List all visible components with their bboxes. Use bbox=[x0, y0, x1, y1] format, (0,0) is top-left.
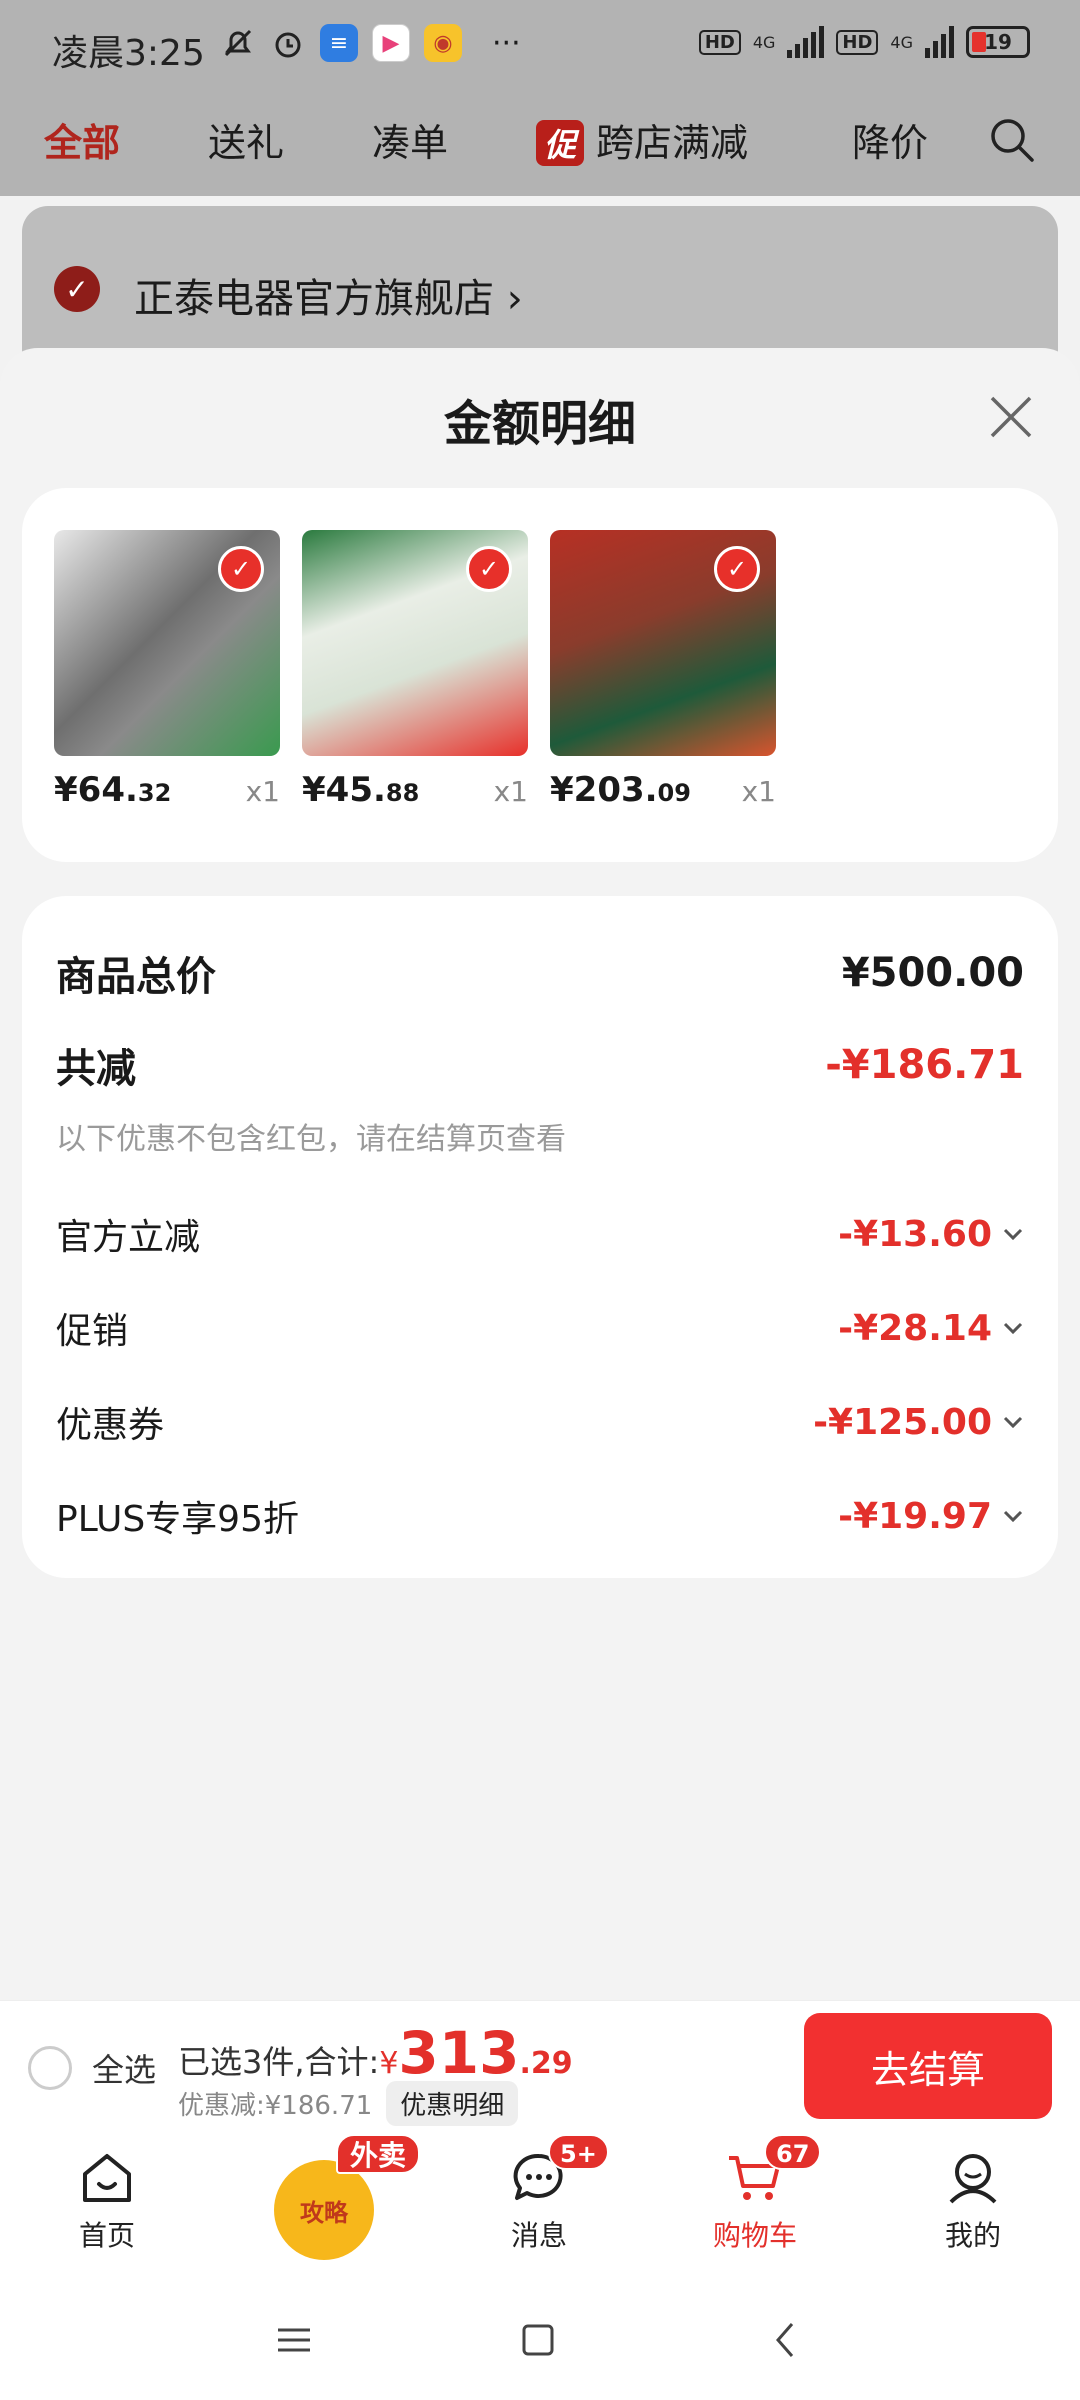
product-item[interactable]: ✓ ¥64.32 x1 bbox=[54, 530, 280, 810]
checkout-button[interactable]: 去结算 bbox=[804, 2013, 1052, 2119]
network-label: 4G bbox=[890, 32, 913, 52]
product-thumbnail: ✓ bbox=[54, 530, 280, 756]
total-price-label: 商品总价 bbox=[56, 954, 216, 1000]
chevron-down-icon bbox=[1003, 1228, 1023, 1241]
selected-check-icon: ✓ bbox=[714, 546, 760, 592]
back-icon[interactable] bbox=[766, 2320, 806, 2360]
checkout-bar: 全选 已选3件,合计: ¥313.29 优惠减:¥186.71 优惠明细 去结算 bbox=[0, 2000, 1080, 2132]
select-all-checkbox[interactable] bbox=[28, 2046, 72, 2090]
discount-value: -¥125.00 bbox=[813, 1402, 1024, 1443]
hd-icon: HD bbox=[698, 29, 741, 55]
system-nav-bar bbox=[0, 2280, 1080, 2400]
tab-cross-store-discount[interactable]: 促跨店满减 bbox=[536, 112, 748, 167]
discount-value: -¥28.14 bbox=[838, 1308, 1024, 1349]
discount-row[interactable]: 促销 -¥28.14 bbox=[56, 1302, 1024, 1354]
total-reduction-value: -¥186.71 bbox=[825, 1042, 1024, 1088]
video-app-icon: ▶ bbox=[372, 24, 410, 62]
app-stack-icon: ≡ bbox=[320, 24, 358, 62]
product-thumbnail: ✓ bbox=[302, 530, 528, 756]
discount-summary: 优惠减:¥186.71 优惠明细 bbox=[178, 2081, 519, 2126]
discount-row[interactable]: 官方立减 -¥13.60 bbox=[56, 1208, 1024, 1260]
discount-amount: 优惠减:¥186.71 bbox=[178, 2091, 373, 2121]
store-name[interactable]: 正泰电器官方旗舰店 › bbox=[134, 266, 523, 324]
home-icon bbox=[83, 2154, 131, 2202]
product-price: ¥45.88 bbox=[302, 770, 420, 810]
discount-value: -¥19.97 bbox=[838, 1496, 1024, 1537]
tab-bundle[interactable]: 凑单 bbox=[372, 112, 448, 167]
chevron-down-icon bbox=[1003, 1322, 1023, 1335]
product-quantity: x1 bbox=[493, 775, 528, 808]
battery-icon: 19 bbox=[966, 26, 1030, 58]
mute-bell-icon bbox=[224, 29, 252, 57]
menu-icon[interactable] bbox=[274, 2320, 314, 2360]
product-quantity: x1 bbox=[741, 775, 776, 808]
sheet-title: 金额明细 bbox=[443, 396, 636, 452]
discount-label: PLUS专享95折 bbox=[56, 1499, 299, 1540]
selected-check-icon: ✓ bbox=[466, 546, 512, 592]
product-price: ¥203.09 bbox=[550, 770, 691, 810]
network-label: 4G bbox=[752, 32, 776, 52]
search-icon[interactable] bbox=[984, 112, 1040, 168]
store-check-icon[interactable]: ✓ bbox=[54, 266, 100, 312]
more-notifications-icon: ··· bbox=[492, 25, 521, 61]
price-summary-card: 商品总价 ¥500.00 共减 -¥186.71 以下优惠不包含红包，请在结算页… bbox=[22, 896, 1058, 1578]
discount-label: 优惠券 bbox=[56, 1405, 165, 1446]
selected-total: 已选3件,合计: ¥313.29 bbox=[178, 2019, 573, 2087]
chevron-down-icon bbox=[1003, 1510, 1023, 1523]
discount-row[interactable]: 优惠券 -¥125.00 bbox=[56, 1396, 1024, 1448]
status-app-icons: ≡ ▶ ◉ ··· bbox=[220, 24, 521, 62]
home-square-icon[interactable] bbox=[518, 2320, 558, 2360]
messages-badge: 5+ bbox=[548, 2134, 609, 2170]
chevron-down-icon bbox=[1003, 1416, 1023, 1429]
amount-detail-sheet: 金额明细 ✓ ¥64.32 x1 ✓ ¥45.88 x1 ✓ ¥203.09 x… bbox=[0, 348, 1080, 2000]
discount-label: 促销 bbox=[56, 1311, 129, 1352]
status-bar: 凌晨3:25 ≡ ▶ ◉ ··· HD 4G HD 4G 19 bbox=[0, 0, 1080, 96]
tab-gift[interactable]: 送礼 bbox=[208, 112, 284, 167]
discount-label: 官方立减 bbox=[56, 1217, 201, 1258]
select-all-toggle[interactable]: 全选 bbox=[28, 2045, 156, 2091]
select-all-label: 全选 bbox=[92, 2051, 157, 2089]
product-quantity: x1 bbox=[245, 775, 280, 808]
takeout-badge[interactable]: 外卖 bbox=[336, 2134, 421, 2174]
total-price-value: ¥500.00 bbox=[841, 950, 1024, 996]
tab-price-drop[interactable]: 降价 bbox=[852, 112, 928, 167]
product-price: ¥64.32 bbox=[54, 770, 172, 810]
nav-home[interactable]: 首页 bbox=[42, 2148, 172, 2254]
close-icon[interactable] bbox=[986, 392, 1036, 442]
signal-icon bbox=[787, 26, 825, 58]
selected-check-icon: ✓ bbox=[218, 546, 264, 592]
total-price-row: 商品总价 ¥500.00 bbox=[56, 944, 1024, 1002]
bottom-navbar: 首页 消息 购物车 我的 5+ 67 bbox=[0, 2132, 1080, 2280]
weibo-icon: ◉ bbox=[424, 24, 462, 62]
discount-note: 以下优惠不包含红包，请在结算页查看 bbox=[56, 1122, 566, 1157]
cart-badge: 67 bbox=[764, 2134, 822, 2170]
total-reduction-label: 共减 bbox=[56, 1046, 136, 1092]
total-reduction-row: 共减 -¥186.71 bbox=[56, 1036, 1024, 1094]
products-card: ✓ ¥64.32 x1 ✓ ¥45.88 x1 ✓ ¥203.09 x1 bbox=[22, 488, 1058, 862]
discount-value: -¥13.60 bbox=[838, 1214, 1024, 1255]
nav-mine[interactable]: 我的 bbox=[908, 2148, 1038, 2254]
cart-tabs: 全部 送礼 凑单 促跨店满减 降价 bbox=[0, 96, 1080, 196]
profile-icon bbox=[949, 2154, 997, 2204]
hd-icon: HD bbox=[836, 29, 879, 55]
signal-icon bbox=[925, 26, 954, 58]
product-thumbnail: ✓ bbox=[550, 530, 776, 756]
alarm-icon bbox=[275, 32, 301, 58]
product-item[interactable]: ✓ ¥203.09 x1 bbox=[550, 530, 776, 810]
tab-label: 跨店满减 bbox=[596, 121, 749, 165]
product-item[interactable]: ✓ ¥45.88 x1 bbox=[302, 530, 528, 810]
promo-badge: 促 bbox=[536, 120, 585, 166]
status-right: HD 4G HD 4G 19 bbox=[698, 26, 1030, 58]
discount-detail-button[interactable]: 优惠明细 bbox=[386, 2081, 519, 2126]
discount-row[interactable]: PLUS专享95折 -¥19.97 bbox=[56, 1490, 1024, 1542]
tab-all[interactable]: 全部 bbox=[44, 112, 120, 167]
status-time: 凌晨3:25 bbox=[52, 33, 205, 74]
